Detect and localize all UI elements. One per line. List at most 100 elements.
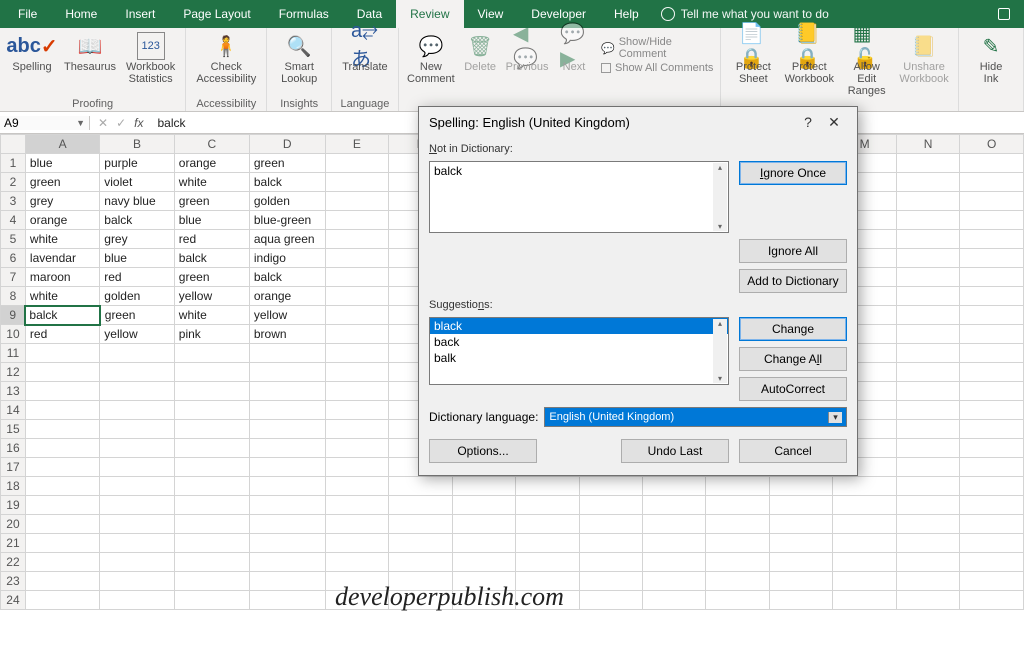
cell[interactable] xyxy=(25,363,99,382)
cell[interactable]: white xyxy=(174,306,249,325)
cell[interactable]: balck xyxy=(249,268,325,287)
cell[interactable] xyxy=(325,287,388,306)
cell[interactable] xyxy=(579,572,642,591)
cell[interactable] xyxy=(960,534,1024,553)
cell[interactable] xyxy=(452,553,516,572)
cell[interactable]: red xyxy=(100,268,175,287)
row-header[interactable]: 6 xyxy=(1,249,26,268)
cell[interactable] xyxy=(249,515,325,534)
spelling-button[interactable]: abc✓ Spelling xyxy=(6,30,58,87)
cell[interactable]: blue xyxy=(100,249,175,268)
autocorrect-button[interactable]: AutoCorrect xyxy=(739,377,847,401)
cell[interactable]: blue xyxy=(174,211,249,230)
cell[interactable]: green xyxy=(25,173,99,192)
cell[interactable] xyxy=(896,211,960,230)
cell[interactable]: grey xyxy=(100,230,175,249)
enter-icon[interactable]: ✓ xyxy=(116,116,126,130)
row-header[interactable]: 15 xyxy=(1,420,26,439)
cell[interactable]: blue-green xyxy=(249,211,325,230)
cell[interactable] xyxy=(579,515,642,534)
cell[interactable]: violet xyxy=(100,173,175,192)
cell[interactable] xyxy=(249,458,325,477)
cell[interactable]: white xyxy=(174,173,249,192)
cell[interactable] xyxy=(960,496,1024,515)
thesaurus-button[interactable]: 📖 Thesaurus xyxy=(60,30,120,87)
menu-home[interactable]: Home xyxy=(51,0,111,28)
cell[interactable] xyxy=(100,477,175,496)
menu-page-layout[interactable]: Page Layout xyxy=(169,0,264,28)
cell[interactable]: green xyxy=(100,306,175,325)
cell[interactable] xyxy=(100,515,175,534)
cell[interactable] xyxy=(579,496,642,515)
column-header[interactable]: C xyxy=(174,135,249,154)
cell[interactable] xyxy=(896,572,960,591)
cell[interactable] xyxy=(516,496,580,515)
row-header[interactable]: 20 xyxy=(1,515,26,534)
cell[interactable] xyxy=(896,534,960,553)
cell[interactable] xyxy=(769,496,832,515)
cell[interactable]: balck xyxy=(249,173,325,192)
cell[interactable] xyxy=(389,553,452,572)
cell[interactable] xyxy=(325,249,388,268)
cell[interactable] xyxy=(960,382,1024,401)
cell[interactable] xyxy=(325,230,388,249)
cell[interactable] xyxy=(174,553,249,572)
menu-review[interactable]: Review xyxy=(396,0,463,28)
show-hide-comment[interactable]: 💬Show/Hide Comment xyxy=(601,36,714,60)
cell[interactable] xyxy=(896,382,960,401)
cell[interactable] xyxy=(896,268,960,287)
cell[interactable] xyxy=(706,515,769,534)
cell[interactable] xyxy=(325,382,388,401)
row-header[interactable]: 24 xyxy=(1,591,26,610)
cell[interactable]: yellow xyxy=(249,306,325,325)
cell[interactable] xyxy=(960,553,1024,572)
row-header[interactable]: 10 xyxy=(1,325,26,344)
row-header[interactable]: 16 xyxy=(1,439,26,458)
cell[interactable] xyxy=(25,477,99,496)
cell[interactable]: golden xyxy=(100,287,175,306)
cell[interactable] xyxy=(325,496,388,515)
cell[interactable] xyxy=(706,572,769,591)
cell[interactable]: orange xyxy=(25,211,99,230)
cell[interactable] xyxy=(100,553,175,572)
cell[interactable] xyxy=(896,287,960,306)
cell[interactable] xyxy=(833,477,897,496)
unshare-workbook-button[interactable]: 📒 Unshare Workbook xyxy=(896,30,952,99)
cell[interactable] xyxy=(174,458,249,477)
cell[interactable] xyxy=(960,211,1024,230)
cell[interactable]: golden xyxy=(249,192,325,211)
cell[interactable] xyxy=(833,572,897,591)
cell[interactable] xyxy=(174,363,249,382)
cell[interactable] xyxy=(642,591,705,610)
cell[interactable]: yellow xyxy=(100,325,175,344)
cell[interactable] xyxy=(960,572,1024,591)
row-header[interactable]: 18 xyxy=(1,477,26,496)
cell[interactable] xyxy=(174,534,249,553)
menu-formulas[interactable]: Formulas xyxy=(265,0,343,28)
column-header[interactable]: A xyxy=(25,135,99,154)
ignore-all-button[interactable]: Ignore All xyxy=(739,239,847,263)
column-header[interactable]: B xyxy=(100,135,175,154)
allow-edit-ranges-button[interactable]: ▦🔓 Allow Edit Ranges xyxy=(839,30,894,99)
row-header[interactable]: 19 xyxy=(1,496,26,515)
cell[interactable] xyxy=(325,173,388,192)
cell[interactable] xyxy=(174,439,249,458)
chevron-down-icon[interactable]: ▼ xyxy=(76,118,85,128)
cell[interactable]: maroon xyxy=(25,268,99,287)
cell[interactable] xyxy=(706,477,769,496)
cell[interactable] xyxy=(769,591,832,610)
cell[interactable]: red xyxy=(25,325,99,344)
cell[interactable] xyxy=(249,496,325,515)
cell[interactable] xyxy=(100,439,175,458)
cell[interactable] xyxy=(960,458,1024,477)
cell[interactable] xyxy=(960,439,1024,458)
cell[interactable] xyxy=(325,439,388,458)
cell[interactable]: purple xyxy=(100,154,175,173)
row-header[interactable]: 9 xyxy=(1,306,26,325)
cell[interactable] xyxy=(249,439,325,458)
cell[interactable] xyxy=(100,591,175,610)
help-icon[interactable]: ? xyxy=(795,114,821,130)
cell[interactable] xyxy=(174,401,249,420)
cell[interactable] xyxy=(25,344,99,363)
cell[interactable] xyxy=(896,249,960,268)
